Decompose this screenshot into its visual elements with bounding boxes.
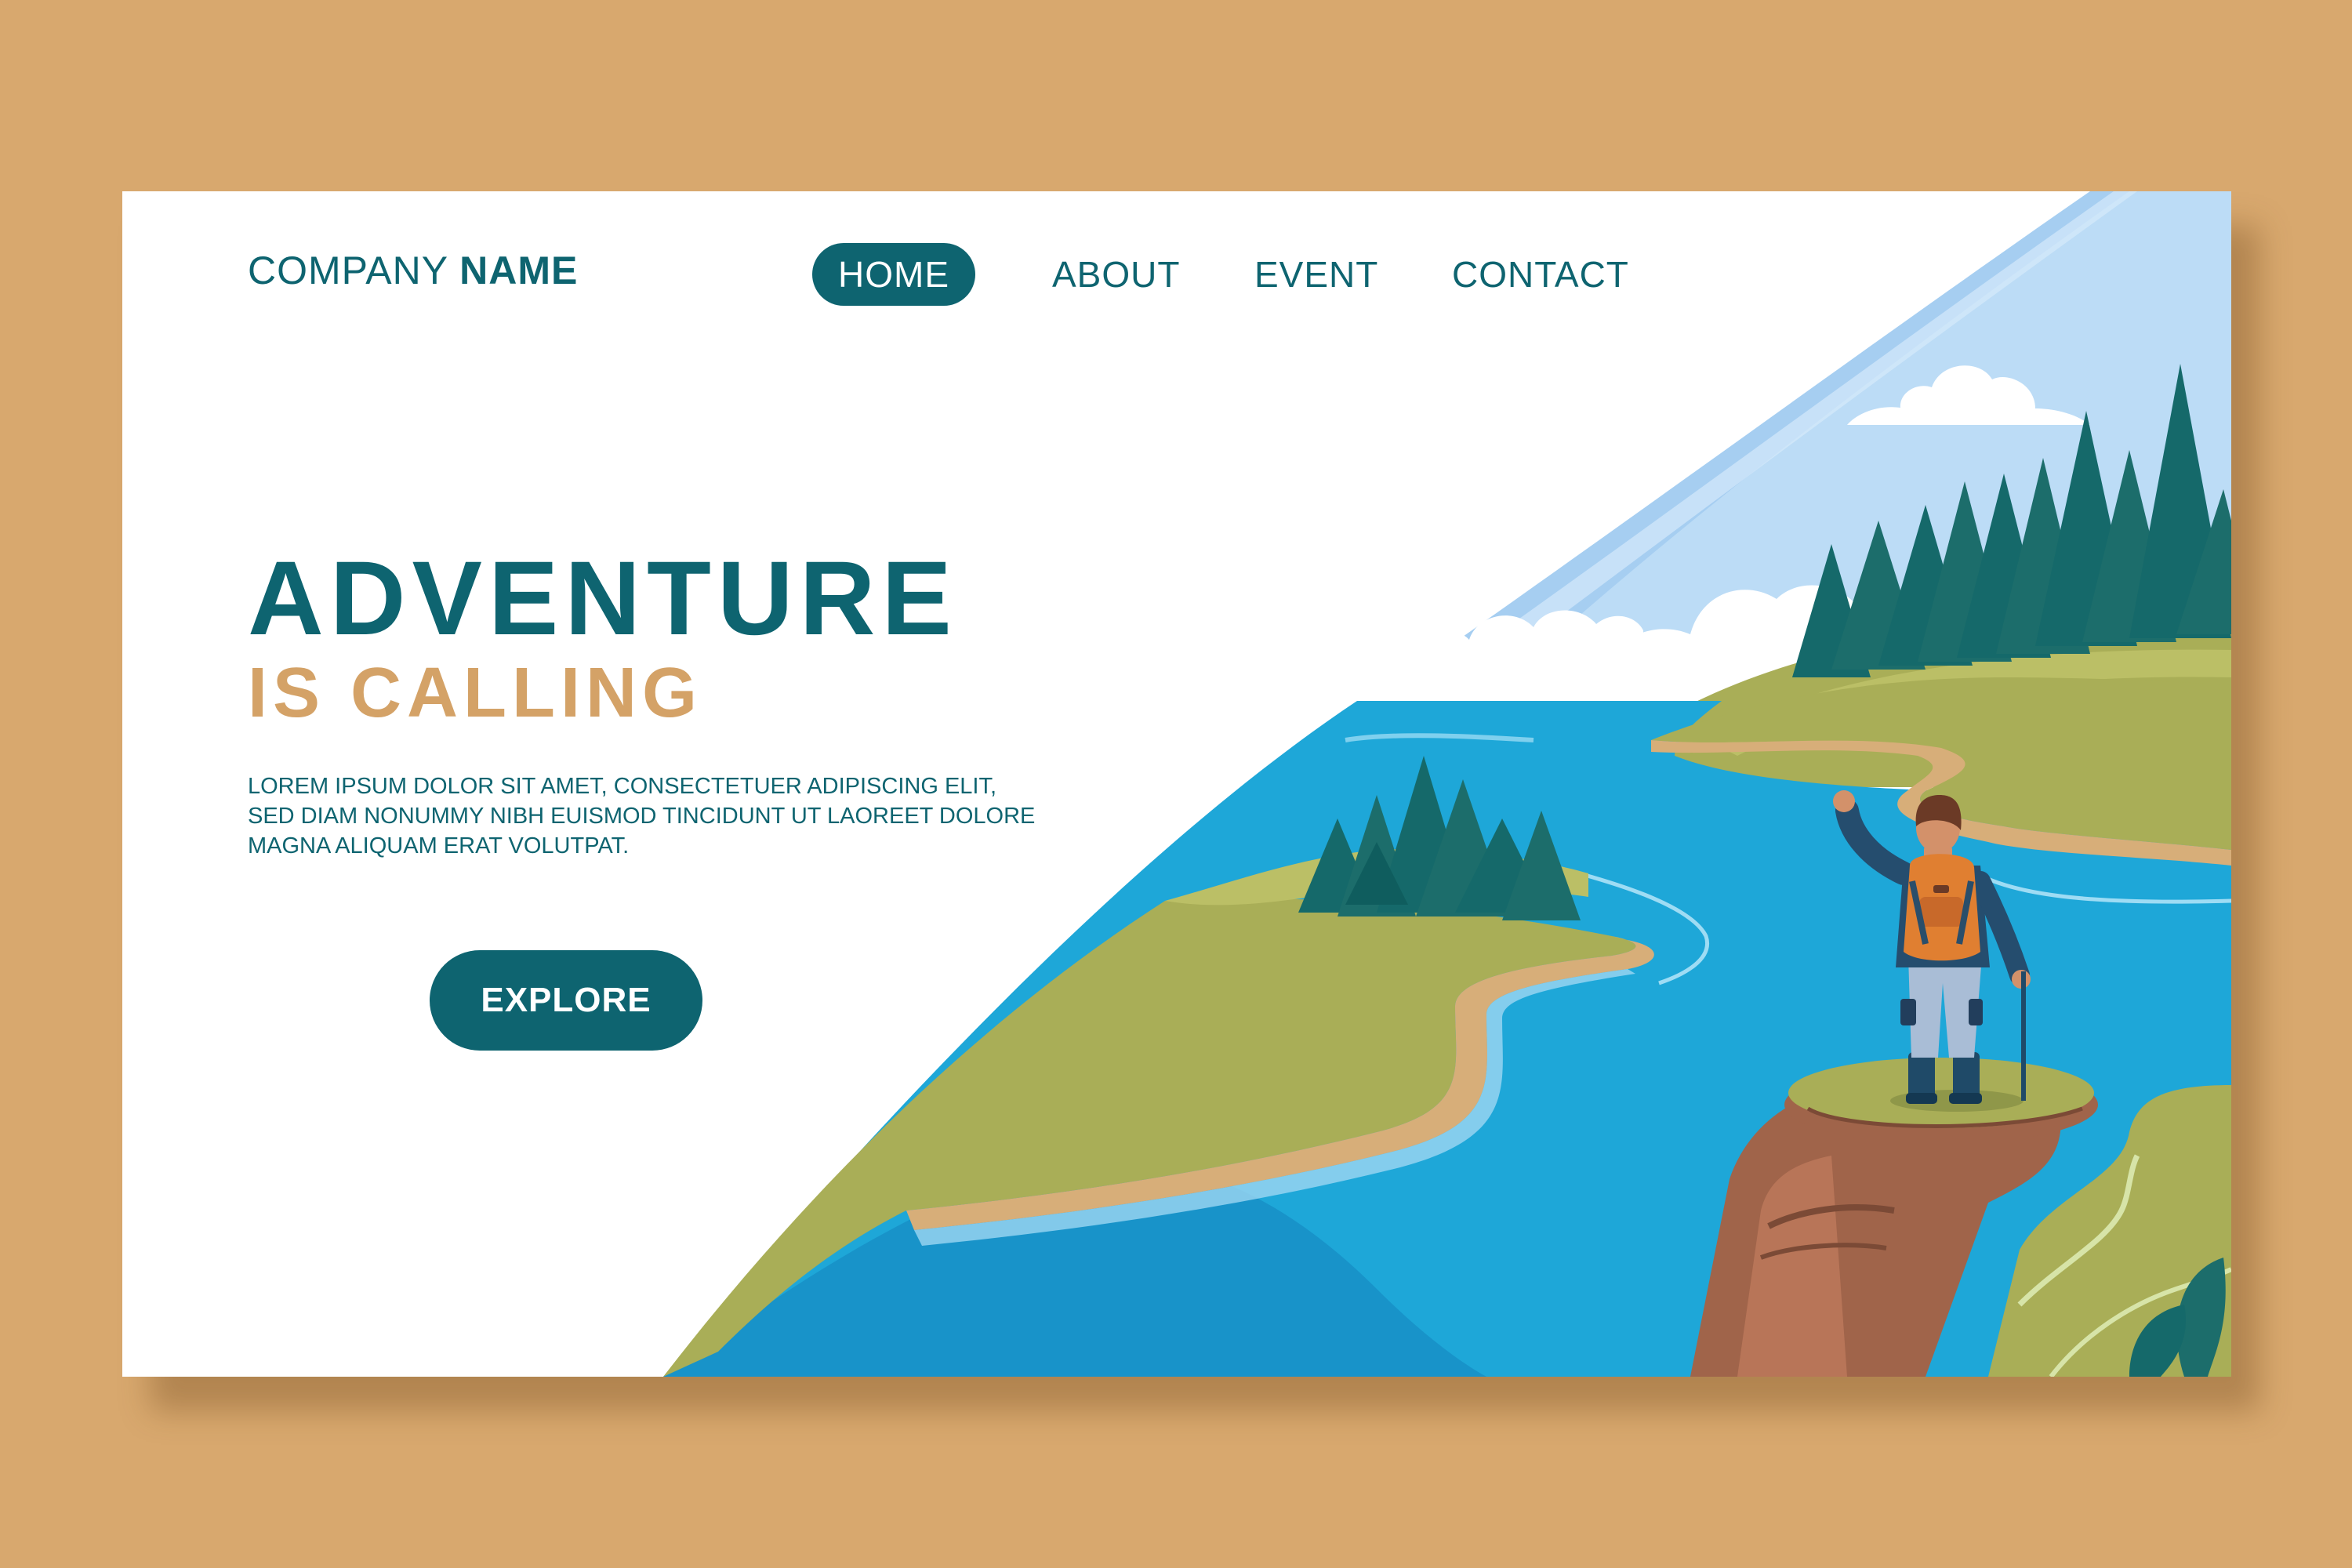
company-logo-text: COMPANY NAME [248, 248, 578, 293]
landing-page-card: COMPANY NAME HOME ABOUT EVENT CONTACT AD… [122, 191, 2231, 1377]
explore-button[interactable]: EXPLORE [430, 950, 702, 1051]
nav-about-link[interactable]: ABOUT [1052, 243, 1180, 306]
top-navigation: COMPANY NAME HOME ABOUT EVENT CONTACT [122, 191, 2231, 348]
nav-home-link[interactable]: HOME [812, 243, 975, 306]
hero-subtitle: IS CALLING [248, 654, 702, 732]
hero-description: LOREM IPSUM DOLOR SIT AMET, CONSECTETUER… [248, 774, 1036, 858]
hero-section: ADVENTURE IS CALLING LOREM IPSUM DOLOR S… [248, 544, 1189, 861]
nav-event-link[interactable]: EVENT [1254, 243, 1378, 306]
company-name-bold: NAME [459, 249, 579, 292]
nav-contact-link[interactable]: CONTACT [1452, 243, 1629, 306]
hero-title: ADVENTURE [248, 540, 958, 657]
company-name-light: COMPANY [248, 249, 448, 292]
